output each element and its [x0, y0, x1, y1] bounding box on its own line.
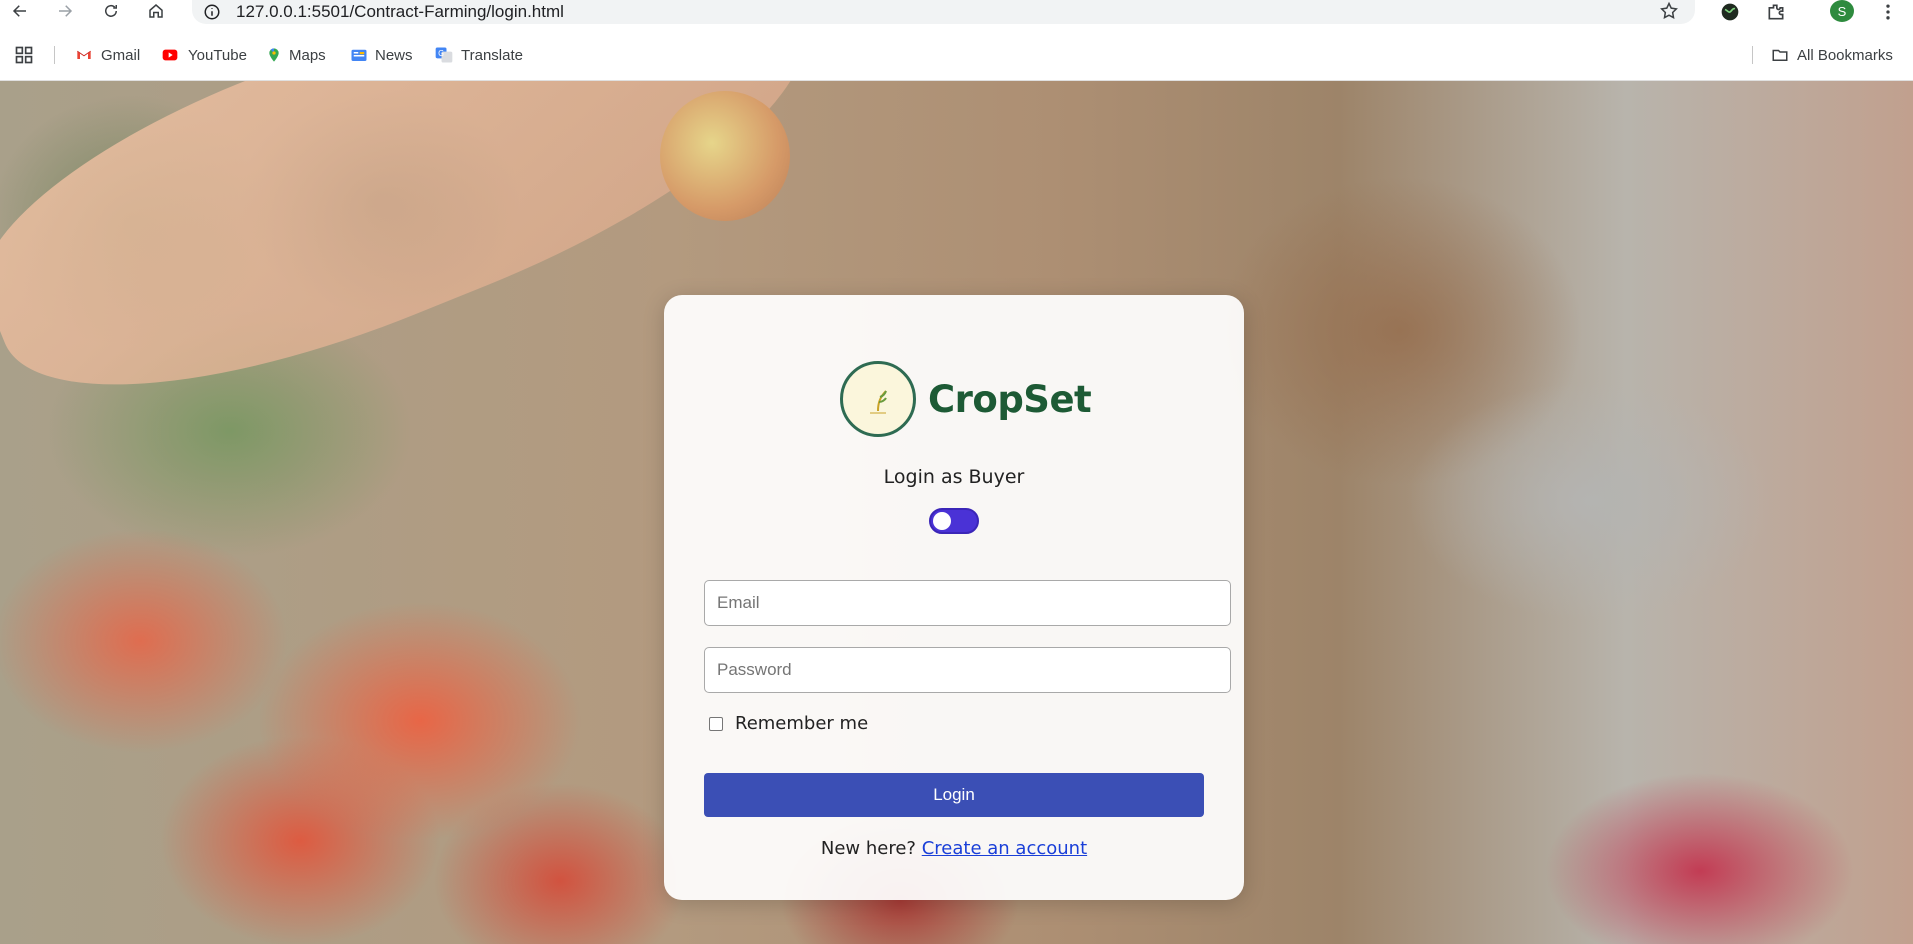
- site-info-icon[interactable]: [202, 2, 222, 22]
- address-bar[interactable]: 127.0.0.1:5501/Contract-Farming/login.ht…: [192, 0, 1695, 24]
- login-button[interactable]: Login: [704, 773, 1204, 817]
- cropset-logo-icon: [840, 361, 916, 437]
- url-path: :5501/Contract-Farming/login.html: [306, 2, 564, 21]
- background-photo-apple: [660, 91, 790, 221]
- bookmark-label: Maps: [289, 46, 326, 64]
- extension-globe-icon[interactable]: [1718, 0, 1742, 24]
- brand: CropSet: [840, 361, 1092, 437]
- all-bookmarks-folder[interactable]: All Bookmarks: [1770, 44, 1893, 66]
- folder-icon: [1772, 49, 1788, 61]
- maps-icon: [269, 48, 279, 62]
- extensions-icon[interactable]: [1764, 0, 1788, 24]
- translate-icon: G: [435, 47, 453, 63]
- signup-prompt: New here?: [820, 838, 916, 859]
- toggle-knob: [933, 512, 951, 530]
- forward-icon[interactable]: [51, 0, 79, 22]
- home-icon[interactable]: [142, 0, 170, 22]
- gmail-icon: [77, 50, 91, 59]
- bookmark-youtube[interactable]: YouTube: [159, 44, 247, 66]
- bookmark-gmail[interactable]: Gmail: [74, 44, 140, 66]
- bookmark-translate[interactable]: G Translate: [434, 44, 523, 66]
- bookmarks-divider: [54, 46, 55, 64]
- url-host: 127.0.0.1: [236, 2, 307, 21]
- browser-toolbar: 127.0.0.1:5501/Contract-Farming/login.ht…: [0, 0, 1913, 30]
- back-icon[interactable]: [6, 0, 34, 22]
- create-account-link[interactable]: Create an account: [922, 838, 1087, 859]
- bookmark-news[interactable]: News: [350, 44, 413, 66]
- apps-grid-icon[interactable]: [14, 44, 34, 66]
- profile-avatar[interactable]: S: [1830, 0, 1854, 22]
- bookmark-maps[interactable]: Maps: [266, 44, 326, 66]
- bookmark-label: News: [375, 46, 413, 64]
- url-text: 127.0.0.1:5501/Contract-Farming/login.ht…: [236, 3, 564, 21]
- email-field[interactable]: [704, 580, 1231, 626]
- page-background: CropSet Login as Buyer Remember me Login…: [0, 81, 1913, 944]
- password-field[interactable]: [704, 647, 1231, 693]
- bookmarks-bar: Gmail YouTube Maps News G Translate All …: [0, 30, 1913, 81]
- bookmark-star-icon[interactable]: [1659, 1, 1679, 21]
- bookmark-label: YouTube: [188, 46, 247, 64]
- youtube-icon: [162, 49, 178, 61]
- reload-icon[interactable]: [97, 0, 125, 22]
- more-menu-icon[interactable]: [1876, 0, 1900, 24]
- brand-name: CropSet: [928, 377, 1092, 421]
- login-card: CropSet Login as Buyer Remember me Login…: [664, 295, 1244, 900]
- remember-checkbox[interactable]: [709, 716, 723, 731]
- all-bookmarks-label: All Bookmarks: [1797, 46, 1893, 64]
- news-icon: [351, 49, 367, 61]
- remember-label: Remember me: [735, 713, 869, 734]
- login-mode-title: Login as Buyer: [883, 466, 1025, 488]
- buyer-seller-toggle[interactable]: [929, 508, 979, 534]
- bookmark-label: Gmail: [101, 46, 141, 64]
- bookmarks-divider: [1752, 46, 1753, 64]
- bookmark-label: Translate: [461, 46, 523, 64]
- signup-row: New here? Create an account: [664, 838, 1244, 859]
- remember-me[interactable]: Remember me: [709, 713, 868, 734]
- svg-text:G: G: [438, 49, 444, 58]
